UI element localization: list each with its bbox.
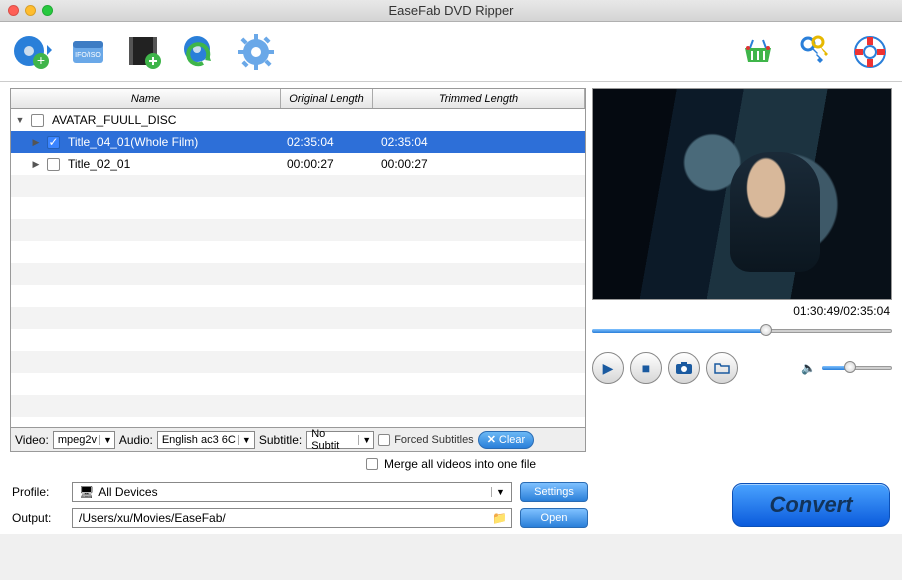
trimmed-length: 02:35:04	[373, 135, 585, 149]
close-window[interactable]	[8, 5, 19, 16]
seek-slider[interactable]	[592, 324, 892, 338]
profile-label: Profile:	[12, 485, 72, 499]
footer: Profile: 🖥 All Devices ▼ Settings Conver…	[0, 476, 902, 534]
original-length: 02:35:04	[281, 135, 373, 149]
disclosure-open-icon[interactable]: ▼	[13, 115, 27, 125]
video-label: Video:	[15, 433, 49, 447]
table-body: ▼ AVATAR_FUULL_DISC ▶ ✓ Title_04_01(Whol…	[11, 109, 585, 427]
open-folder-button[interactable]	[706, 352, 738, 384]
title-name: Title_04_01(Whole Film)	[68, 135, 198, 149]
title-row[interactable]: ▶ ✓ Title_04_01(Whole Film) 02:35:04 02:…	[11, 131, 585, 153]
convert-button[interactable]: Convert	[732, 483, 890, 527]
disc-row[interactable]: ▼ AVATAR_FUULL_DISC	[11, 109, 585, 131]
title-name: Title_02_01	[68, 157, 130, 171]
folder-icon[interactable]: 📁	[492, 511, 507, 525]
play-button[interactable]: ▶	[592, 352, 624, 384]
track-options-bar: Video: mpeg2v▼ Audio: English ac3 6C▼ Su…	[11, 427, 585, 451]
stop-button[interactable]: ■	[630, 352, 662, 384]
refresh-icon[interactable]	[178, 30, 222, 74]
title-row[interactable]: ▶ Title_02_01 00:00:27 00:00:27	[11, 153, 585, 175]
titlebar: EaseFab DVD Ripper	[0, 0, 902, 22]
load-dvd-icon[interactable]: +	[10, 30, 54, 74]
profile-select[interactable]: 🖥 All Devices ▼	[72, 482, 512, 502]
preview-pane: 01:30:49/02:35:04 ▶ ■ 🔈	[592, 88, 892, 452]
clear-x-icon: ✕	[487, 433, 496, 446]
checkbox[interactable]: ✓	[47, 136, 60, 149]
shop-basket-icon[interactable]	[736, 30, 780, 74]
snapshot-button[interactable]	[668, 352, 700, 384]
forced-subtitles-checkbox[interactable]: Forced Subtitles	[378, 434, 473, 446]
settings-button[interactable]: Settings	[520, 482, 588, 502]
disclosure-closed-icon[interactable]: ▶	[29, 137, 43, 148]
audio-label: Audio:	[119, 433, 153, 447]
audio-select[interactable]: English ac3 6C▼	[157, 431, 255, 449]
col-name[interactable]: Name	[11, 89, 281, 108]
checkbox[interactable]	[31, 114, 44, 127]
trimmed-length: 00:00:27	[373, 157, 585, 171]
register-keys-icon[interactable]	[792, 30, 836, 74]
title-list-pane: Name Original Length Trimmed Length ▼ AV…	[10, 88, 586, 452]
chevron-down-icon: ▼	[491, 487, 509, 497]
volume-slider[interactable]	[822, 361, 892, 375]
ifo-iso-icon[interactable]: IFO/ISO	[66, 30, 110, 74]
svg-text:+: +	[37, 52, 45, 68]
table-header: Name Original Length Trimmed Length	[11, 89, 585, 109]
disc-name: AVATAR_FUULL_DISC	[52, 113, 176, 127]
subtitle-select[interactable]: No Subtit▼	[306, 431, 374, 449]
minimize-window[interactable]	[25, 5, 36, 16]
window-title: EaseFab DVD Ripper	[0, 3, 902, 18]
speaker-icon[interactable]: 🔈	[801, 361, 816, 375]
checkbox[interactable]	[47, 158, 60, 171]
help-lifering-icon[interactable]	[848, 30, 892, 74]
output-path-field[interactable]: /Users/xu/Movies/EaseFab/ 📁	[72, 508, 512, 528]
main-toolbar: + IFO/ISO	[0, 22, 902, 82]
original-length: 00:00:27	[281, 157, 373, 171]
video-preview[interactable]	[592, 88, 892, 300]
time-display: 01:30:49/02:35:04	[592, 300, 892, 320]
col-original-length[interactable]: Original Length	[281, 89, 373, 108]
folder-open-icon	[714, 362, 730, 374]
settings-gear-icon[interactable]	[234, 30, 278, 74]
merge-row: Merge all videos into one file	[0, 452, 902, 476]
merge-label: Merge all videos into one file	[384, 457, 536, 471]
output-label: Output:	[12, 511, 72, 525]
col-trimmed-length[interactable]: Trimmed Length	[373, 89, 585, 108]
clear-button[interactable]: ✕ Clear	[478, 431, 535, 449]
disclosure-closed-icon[interactable]: ▶	[29, 159, 43, 170]
subtitle-label: Subtitle:	[259, 433, 302, 447]
devices-icon: 🖥	[79, 485, 94, 499]
camera-icon	[676, 362, 692, 374]
add-video-icon[interactable]	[122, 30, 166, 74]
zoom-window[interactable]	[42, 5, 53, 16]
merge-checkbox[interactable]	[366, 458, 378, 470]
open-output-button[interactable]: Open	[520, 508, 588, 528]
video-select[interactable]: mpeg2v▼	[53, 431, 115, 449]
svg-text:IFO/ISO: IFO/ISO	[75, 52, 101, 59]
